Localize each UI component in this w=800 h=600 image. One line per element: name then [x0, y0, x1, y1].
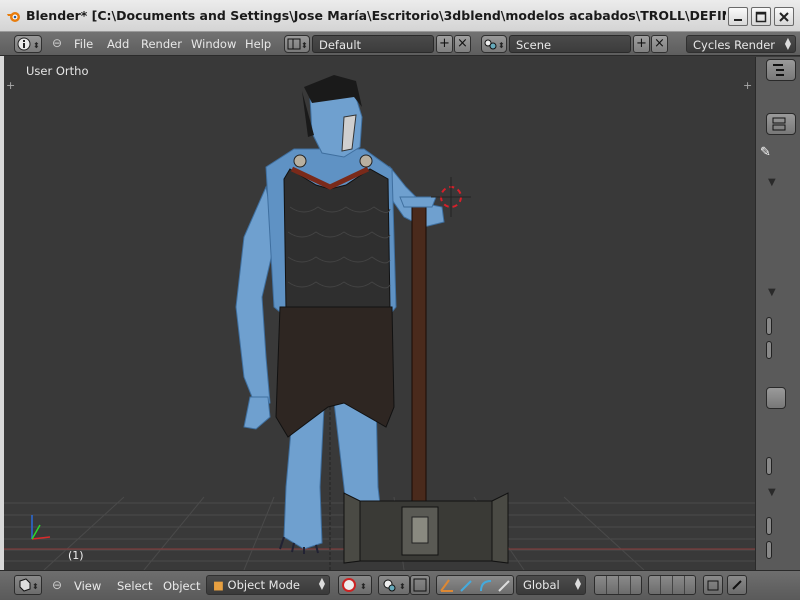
- properties-editor-button[interactable]: [766, 113, 796, 135]
- transform-manipulators[interactable]: [436, 575, 514, 595]
- svg-text:⬍: ⬍: [33, 41, 40, 50]
- svg-text:⬍: ⬍: [498, 41, 505, 50]
- scroll-handle[interactable]: [766, 457, 772, 475]
- menu-render[interactable]: Render: [141, 37, 182, 51]
- maximize-button[interactable]: [751, 7, 771, 26]
- scroll-handle[interactable]: [766, 341, 772, 359]
- layers-grid-2[interactable]: [648, 575, 696, 595]
- view3d-header: ⬍ ⊖ View Select Object ■ Object Mode ▲ ▼ …: [0, 570, 800, 600]
- orientation-label: Global: [523, 578, 560, 592]
- layers-grid-1[interactable]: [594, 575, 642, 595]
- scene-field[interactable]: Scene: [509, 35, 631, 53]
- screen-layout-icon: ⬍: [287, 38, 308, 50]
- collapse-menu-icon[interactable]: ⊖: [52, 578, 62, 592]
- add-screen-button[interactable]: +: [436, 35, 453, 53]
- scroll-handle[interactable]: [766, 517, 772, 535]
- pivot-dropdown[interactable]: ⬍: [378, 575, 410, 595]
- snap-button[interactable]: [727, 575, 747, 595]
- rotate-icon: [480, 580, 492, 592]
- view3d-icon: ⬍: [19, 578, 39, 592]
- shading-dropdown[interactable]: ⬍: [338, 575, 372, 595]
- scale-icon: [498, 580, 510, 592]
- frame-label: (1): [68, 549, 84, 562]
- panel-collapse-icon[interactable]: ▼: [768, 177, 776, 188]
- editor-type-button[interactable]: ⬍: [14, 35, 42, 53]
- close-icon: ×: [654, 36, 665, 51]
- toolshelf-toggle-icon[interactable]: +: [6, 79, 15, 92]
- collapse-menu-icon[interactable]: ⊖: [52, 36, 62, 50]
- lock-icon: [732, 580, 742, 590]
- outliner-editor-button[interactable]: [766, 59, 796, 81]
- add-icon: +: [636, 36, 647, 51]
- shading-icon: ⬍: [342, 578, 367, 592]
- eyedropper-icon[interactable]: ✎: [760, 145, 771, 160]
- dropdown-arrows-icon: ▲ ▼: [784, 36, 791, 51]
- menu-select[interactable]: Select: [117, 579, 152, 593]
- cube-icon: ■: [213, 578, 224, 592]
- properties-toggle-icon[interactable]: +: [743, 79, 752, 92]
- add-scene-button[interactable]: +: [633, 35, 650, 53]
- info-icon: ⬍: [17, 37, 40, 51]
- close-button[interactable]: [774, 7, 794, 26]
- minimize-button[interactable]: [728, 7, 748, 26]
- scene-button[interactable]: ⬍: [481, 35, 507, 53]
- dropdown-arrows-icon: ▲ ▼: [318, 576, 325, 591]
- menu-object[interactable]: Object: [163, 579, 200, 593]
- manipulator-toggle[interactable]: [410, 575, 430, 595]
- menu-file[interactable]: File: [74, 37, 93, 51]
- svg-text:⬍: ⬍: [360, 582, 367, 591]
- blender-icon: [7, 12, 20, 22]
- menu-view[interactable]: View: [74, 579, 101, 593]
- layers-icon: [707, 580, 719, 591]
- properties-icon: [772, 117, 786, 131]
- delete-screen-button[interactable]: ×: [454, 35, 471, 53]
- right-panel-strip: ✎ ▼ ▼ ▼: [755, 57, 800, 570]
- 3d-viewport[interactable]: User Ortho + + (1): [4, 57, 755, 570]
- orientation-dropdown[interactable]: Global ▲ ▼: [516, 575, 586, 595]
- window-titlebar: Blender* [C:\Documents and Settings\Jose…: [0, 0, 800, 32]
- outliner-icon: [773, 64, 784, 76]
- close-icon: [779, 12, 789, 22]
- menu-add[interactable]: Add: [107, 37, 129, 51]
- viewport-scene[interactable]: [4, 57, 755, 570]
- svg-text:⬍: ⬍: [399, 582, 406, 591]
- side-tab-button[interactable]: [766, 387, 786, 409]
- scroll-handle[interactable]: [766, 541, 772, 559]
- add-icon: +: [439, 36, 450, 51]
- info-header: ⬍ ⊖ File Add Render Window Help ⬍ Defaul…: [0, 32, 800, 56]
- mode-dropdown[interactable]: ■ Object Mode ▲ ▼: [206, 575, 330, 595]
- lock-layers-button[interactable]: [703, 575, 723, 595]
- window-title: Blender* [C:\Documents and Settings\Jose…: [26, 8, 726, 23]
- mode-label: Object Mode: [227, 578, 300, 592]
- screen-layout-button[interactable]: ⬍: [284, 35, 310, 53]
- panel-collapse-icon[interactable]: ▼: [768, 487, 776, 498]
- manipulator-icon: [413, 578, 427, 592]
- editor-type-button[interactable]: ⬍: [14, 575, 42, 595]
- svg-text:⬍: ⬍: [301, 41, 308, 50]
- pivot-icon: ⬍: [383, 579, 406, 592]
- transform-icons: [440, 579, 510, 592]
- translate-icon: [440, 579, 453, 592]
- delete-scene-button[interactable]: ×: [651, 35, 668, 53]
- menu-help[interactable]: Help: [245, 37, 271, 51]
- minimize-icon: [734, 19, 742, 21]
- render-engine-label: Cycles Render: [693, 38, 776, 52]
- dropdown-arrows-icon: ▲ ▼: [574, 576, 581, 591]
- close-icon: ×: [457, 36, 468, 51]
- screen-layout-field[interactable]: Default: [312, 35, 434, 53]
- maximize-icon: [755, 11, 767, 23]
- render-engine-dropdown[interactable]: Cycles Render ▲ ▼: [686, 35, 796, 53]
- svg-text:⬍: ⬍: [32, 582, 39, 591]
- scene-icon: ⬍: [484, 39, 505, 50]
- panel-collapse-icon[interactable]: ▼: [768, 287, 776, 298]
- arrow-icon: [460, 580, 472, 592]
- scroll-handle[interactable]: [766, 317, 772, 335]
- menu-window[interactable]: Window: [191, 37, 236, 51]
- view-label: User Ortho: [26, 64, 89, 78]
